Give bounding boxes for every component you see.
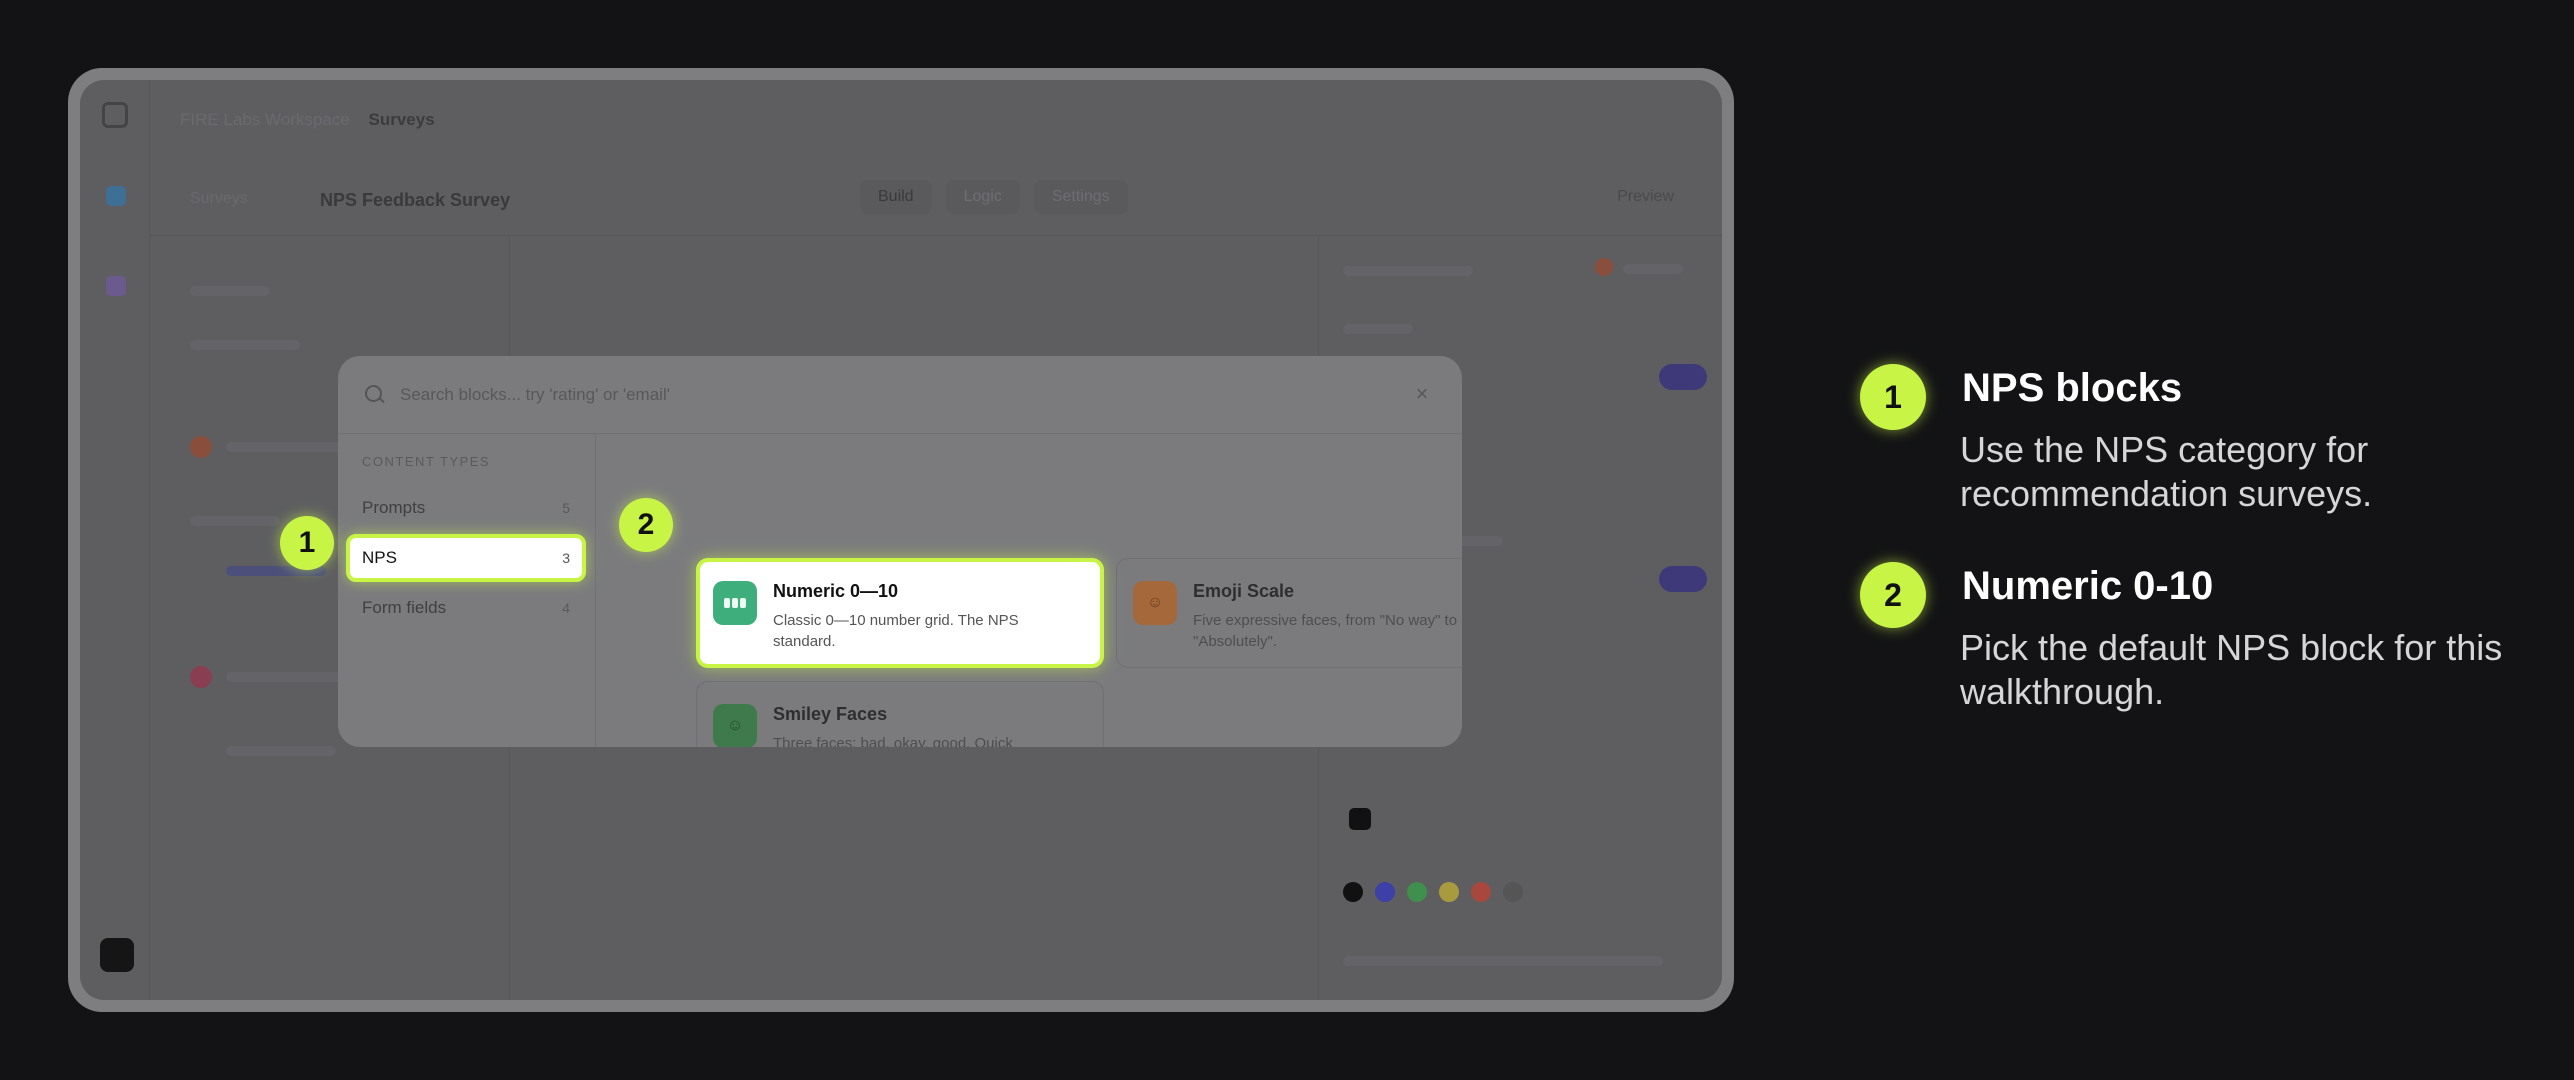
block-title: Smiley Faces: [773, 704, 888, 724]
help-icon: [106, 850, 126, 870]
number-grid-icon: [713, 581, 757, 625]
swatch-yellow: [1439, 882, 1459, 902]
tab-settings: Settings: [1033, 180, 1128, 214]
block-description: Five expressive faces, from "No way" to …: [1193, 612, 1458, 650]
block-card-numeric[interactable]: Numeric 0—10 Classic 0—10 number grid. T…: [696, 558, 1104, 668]
welcome-dot-icon: [190, 436, 212, 458]
back-link: Surveys: [190, 190, 248, 207]
search-bar: [338, 356, 1462, 434]
swatch-blue: [1375, 882, 1395, 902]
placeholder-line: [190, 516, 280, 526]
editor-tabs: Build Logic Settings: [860, 180, 1128, 214]
callout-description: Pick the default NPS block for this walk…: [1960, 627, 2503, 712]
tab-logic: Logic: [945, 180, 1020, 214]
category-count: 3: [562, 550, 570, 566]
toggle: [1659, 566, 1707, 592]
block-description: Three faces: bad, okay, good. Quick sent…: [773, 735, 1013, 747]
smiley-icon: ☺: [713, 704, 757, 747]
breadcrumb-current: Surveys: [368, 110, 435, 129]
number-grid-glyph: [724, 598, 746, 608]
welcome-chip-icon: [1595, 258, 1613, 276]
category-label: Form fields: [362, 598, 447, 617]
avatar: [100, 938, 134, 972]
settings-icon: [106, 900, 126, 920]
device-frame: FIRE Labs Workspace Surveys Surveys NPS …: [68, 68, 1734, 1012]
placeholder-line: [1623, 264, 1683, 274]
block-description: Classic 0—10 number grid. The NPS standa…: [773, 612, 1019, 650]
block-picker-modal: × CONTENT TYPES Prompts 5 NPS 3 Form fie…: [338, 356, 1462, 747]
search-input[interactable]: [400, 384, 1300, 405]
step-badge-2: 2: [619, 498, 673, 552]
placeholder-line: [1343, 266, 1473, 276]
placeholder-line: [1343, 956, 1663, 966]
callout-title: NPS blocks: [1962, 366, 2183, 410]
block-card-smiley-faces[interactable]: ☺ Smiley Faces Three faces: bad, okay, g…: [696, 681, 1104, 747]
placeholder-line: [190, 286, 270, 296]
swatch-black: [1343, 882, 1363, 902]
category-count: 4: [562, 600, 570, 616]
category-nps[interactable]: NPS 3: [346, 534, 586, 582]
breadcrumb-parent: FIRE Labs Workspace: [180, 110, 350, 129]
step-badge-1: 1: [280, 516, 334, 570]
color-preview-icon: [1349, 808, 1371, 830]
survey-title: NPS Feedback Survey: [320, 190, 511, 210]
preview-button: Preview: [1617, 188, 1674, 205]
breadcrumb: FIRE Labs Workspace Surveys: [180, 110, 435, 130]
logo-icon: [102, 102, 128, 128]
block-title: Numeric 0—10: [773, 581, 899, 601]
block-title: Emoji Scale: [1193, 581, 1295, 601]
placeholder-line: [190, 340, 300, 350]
swatch-green: [1407, 882, 1427, 902]
tab-build: Build: [860, 180, 932, 214]
sidebar-heading: CONTENT TYPES: [362, 454, 491, 469]
callout-1: 1 NPS blocks Use the NPS category for re…: [1860, 364, 2500, 524]
callout-badge: 2: [1860, 562, 1926, 628]
swatch-gray: [1503, 882, 1523, 902]
category-prompts[interactable]: Prompts 5: [346, 484, 586, 532]
callout-description: Use the NPS category for recommendation …: [1960, 429, 2373, 514]
swatch-red: [1471, 882, 1491, 902]
placeholder-line: [226, 442, 346, 452]
placeholder-line: [226, 746, 336, 756]
question-dot-icon: [190, 666, 212, 688]
callout-title: Numeric 0-10: [1962, 564, 2214, 608]
category-form-fields[interactable]: Form fields 4: [346, 584, 586, 632]
category-sidebar: CONTENT TYPES Prompts 5 NPS 3 Form field…: [338, 434, 596, 747]
placeholder-line: [226, 672, 346, 682]
callout-badge: 1: [1860, 364, 1926, 430]
plus-icon: [106, 230, 126, 250]
app-screen: FIRE Labs Workspace Surveys Surveys NPS …: [80, 80, 1722, 1000]
emoji-icon: ☺: [1133, 581, 1177, 625]
category-count: 5: [562, 500, 570, 516]
close-icon[interactable]: ×: [1412, 383, 1432, 405]
toggle: [1659, 364, 1707, 390]
nav-rail: [80, 80, 150, 1000]
category-label: NPS: [362, 548, 397, 567]
surveys-icon: [106, 186, 126, 206]
search-icon: [364, 384, 386, 406]
callout-2: 2 Numeric 0-10 Pick the default NPS bloc…: [1860, 562, 2502, 722]
forms-icon: [106, 276, 126, 296]
category-label: Prompts: [362, 498, 426, 517]
block-card-emoji-scale[interactable]: ☺ Emoji Scale Five expressive faces, fro…: [1116, 558, 1462, 668]
placeholder-line: [1343, 324, 1413, 334]
